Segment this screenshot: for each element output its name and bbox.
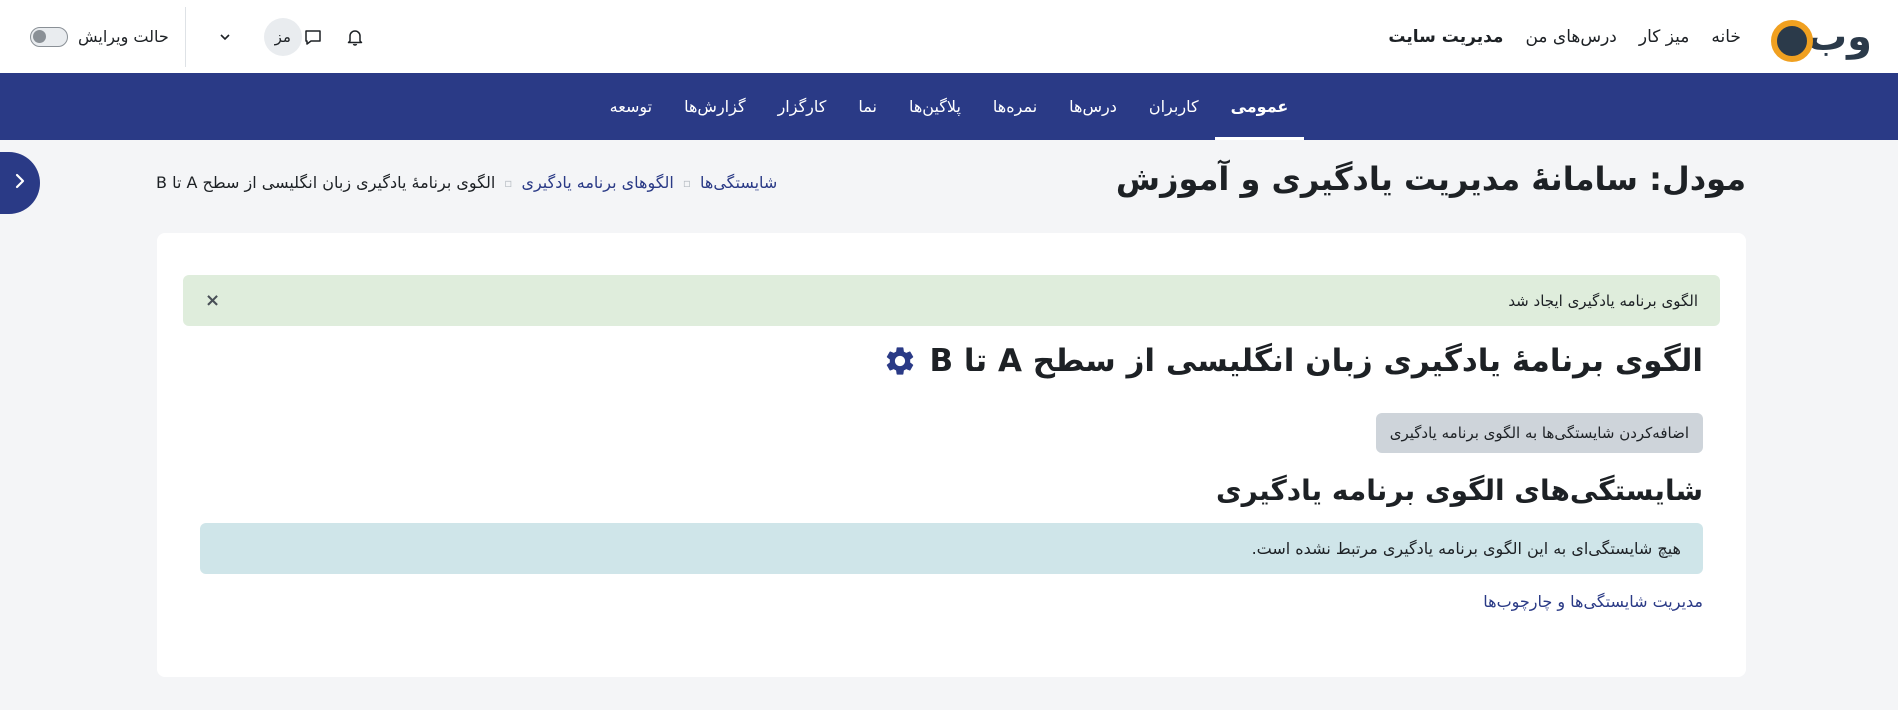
top-navbar: وب خانه میز کار درس‌های من مدیریت سایت ح…	[0, 0, 1898, 74]
drawer-toggle-button[interactable]	[0, 152, 40, 214]
manage-competencies-link[interactable]: مدیریت شایستگی‌ها و چارچوب‌ها	[1483, 592, 1703, 611]
tab-server[interactable]: کارگزار	[762, 73, 843, 140]
section-title: شایستگی‌های الگوی برنامه یادگیری	[1215, 474, 1703, 507]
close-icon[interactable]: ×	[205, 290, 220, 311]
breadcrumb-competencies[interactable]: شایستگی‌ها	[700, 173, 777, 192]
bell-icon[interactable]	[344, 26, 366, 48]
tab-reports[interactable]: گزارش‌ها	[668, 73, 761, 140]
breadcrumb-separator: ▫	[504, 175, 513, 190]
nav-my-courses[interactable]: درس‌های من	[1525, 27, 1616, 47]
success-alert: الگوی برنامه یادگیری ایجاد شد ×	[183, 275, 1720, 326]
site-logo[interactable]: وب	[1770, 9, 1874, 65]
tab-grades[interactable]: نمره‌ها	[977, 73, 1053, 140]
main-content-card: الگوی برنامه یادگیری ایجاد شد × الگوی بر…	[157, 233, 1746, 677]
chevron-right-icon	[13, 173, 27, 193]
edit-mode-toggle[interactable]	[30, 26, 68, 47]
edit-mode-label: حالت ویرایش	[78, 27, 169, 46]
nav-site-admin[interactable]: مدیریت سایت	[1388, 27, 1503, 47]
gear-icon[interactable]	[883, 344, 917, 378]
navbar-divider	[184, 6, 186, 67]
plan-template-title: الگوی برنامهٔ یادگیری زبان انگلیسی از سط…	[883, 343, 1703, 379]
tab-development[interactable]: توسعه	[594, 73, 668, 140]
admin-secondary-nav: عمومی کاربران درس‌ها نمره‌ها پلاگین‌ها ن…	[0, 73, 1898, 140]
logo-mark	[1770, 19, 1813, 62]
user-controls: حالت ویرایش مز	[30, 0, 378, 73]
plan-template-title-text: الگوی برنامهٔ یادگیری زبان انگلیسی از سط…	[929, 343, 1703, 379]
primary-navigation: خانه میز کار درس‌های من مدیریت سایت	[1388, 27, 1741, 47]
tab-users[interactable]: کاربران	[1133, 73, 1215, 140]
nav-home[interactable]: خانه	[1711, 27, 1741, 47]
page-title: مودل: سامانهٔ مدیریت یادگیری و آموزش	[1115, 160, 1746, 198]
breadcrumb-plan-templates[interactable]: الگوهای برنامه یادگیری	[521, 173, 673, 192]
tab-appearance[interactable]: نما	[842, 73, 893, 140]
info-alert: هیچ شایستگی‌ای به این الگوی برنامه یادگی…	[200, 523, 1703, 574]
tab-general[interactable]: عمومی	[1214, 73, 1305, 140]
success-alert-message: الگوی برنامه یادگیری ایجاد شد	[1508, 291, 1698, 310]
logo-text: وب	[1806, 13, 1874, 60]
tab-courses[interactable]: درس‌ها	[1053, 73, 1133, 140]
breadcrumb-current: الگوی برنامهٔ یادگیری زبان انگلیسی از سط…	[156, 173, 496, 192]
add-competencies-button[interactable]: اضافه‌کردن شایستگی‌ها به الگوی برنامه یا…	[1375, 413, 1703, 453]
chevron-down-icon[interactable]	[218, 30, 232, 44]
breadcrumb-separator: ▫	[682, 175, 692, 190]
chat-icon[interactable]	[302, 26, 324, 48]
tab-plugins[interactable]: پلاگین‌ها	[893, 73, 977, 140]
breadcrumb: شایستگی‌ها ▫ الگوهای برنامه یادگیری ▫ ال…	[156, 173, 777, 192]
user-avatar[interactable]: مز	[263, 17, 302, 56]
nav-dashboard[interactable]: میز کار	[1639, 27, 1690, 47]
